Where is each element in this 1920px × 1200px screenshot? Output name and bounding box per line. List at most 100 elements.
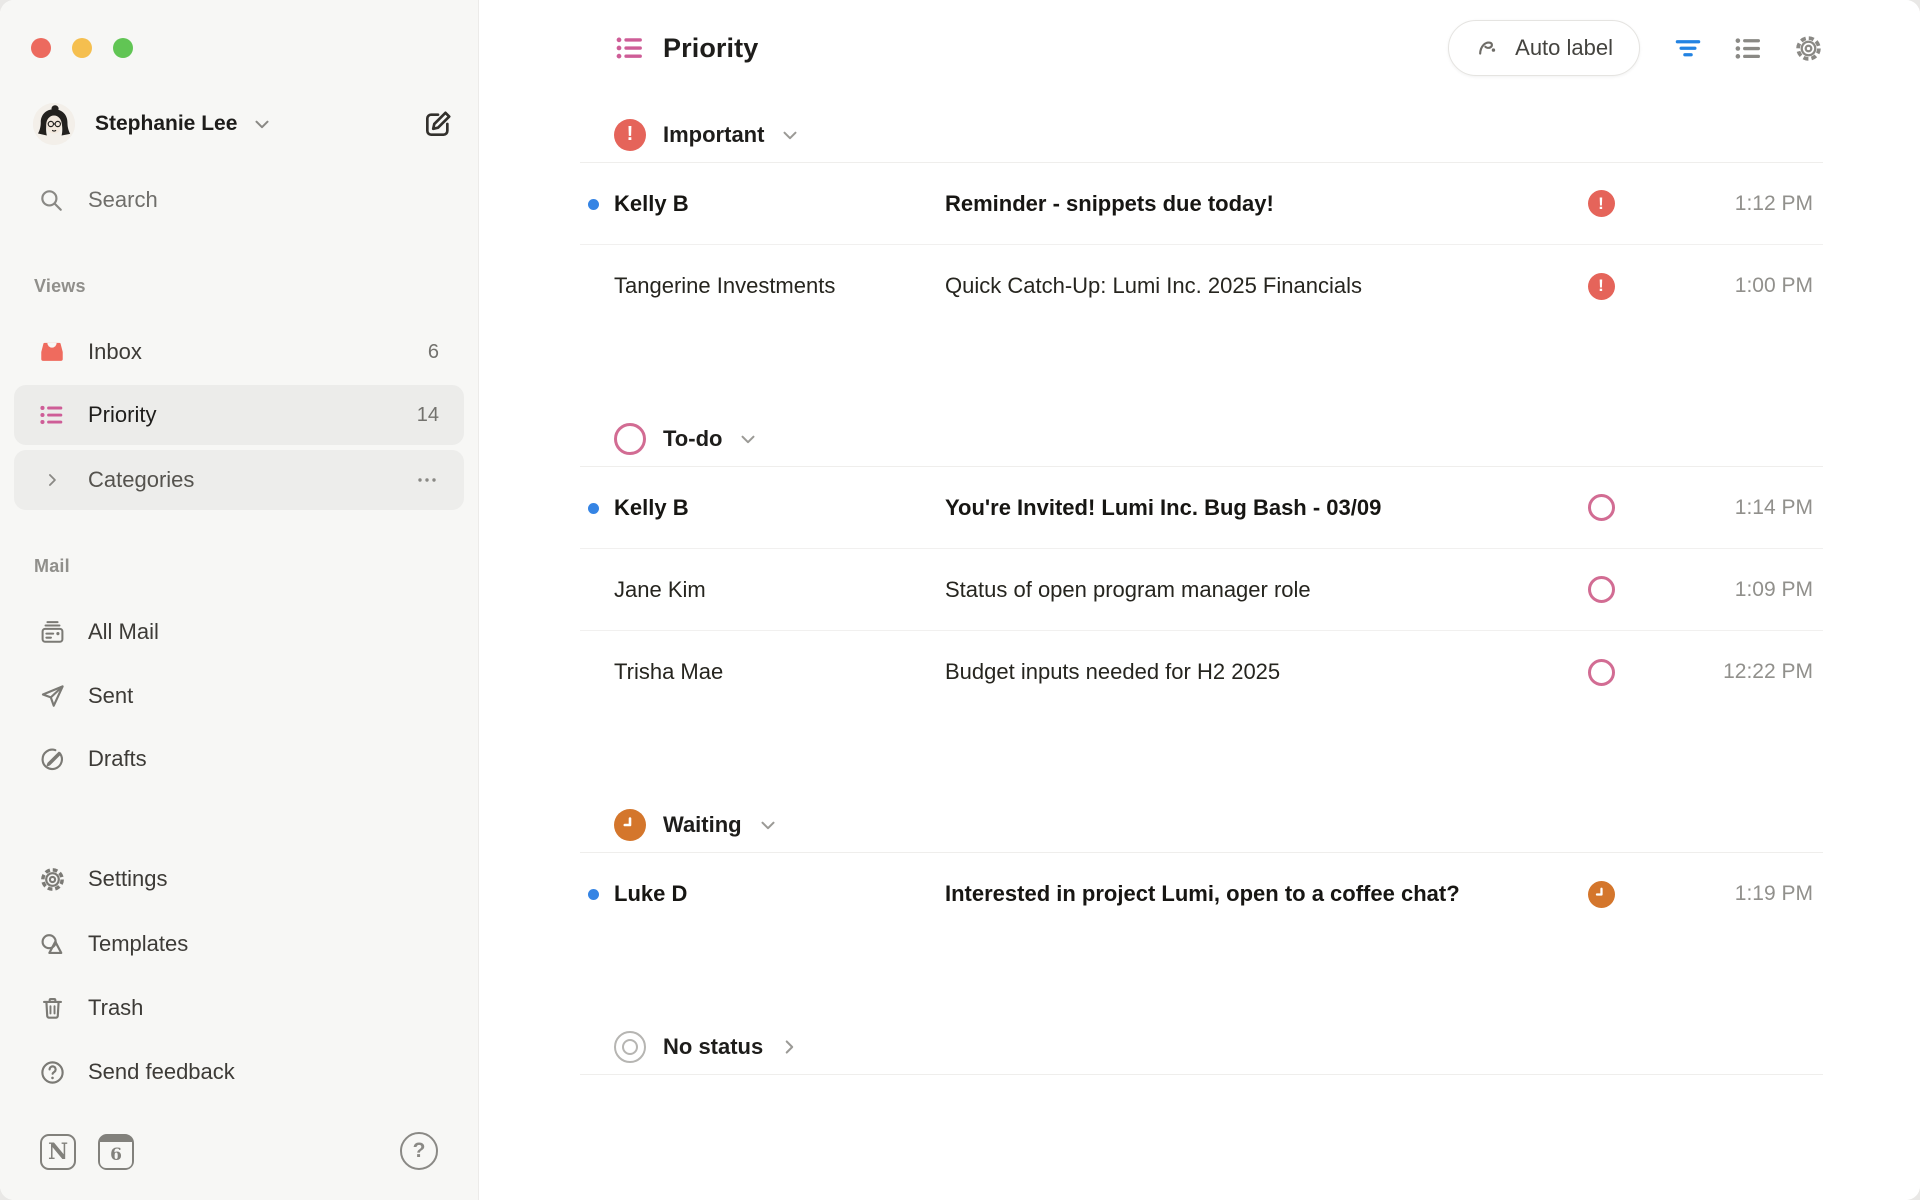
email-sender: Trisha Mae: [614, 659, 945, 685]
sidebar-footer: N 6 ?: [40, 1130, 438, 1174]
email-subject: Interested in project Lumi, open to a co…: [945, 881, 1587, 907]
email-row[interactable]: Tangerine Investments Quick Catch-Up: Lu…: [580, 245, 1823, 327]
account-name: Stephanie Lee: [95, 112, 237, 136]
search-button[interactable]: Search: [38, 176, 158, 224]
sidebar-item-templates[interactable]: Templates: [14, 914, 464, 974]
email-sender: Luke D: [614, 881, 945, 907]
email-time: 1:12 PM: [1623, 192, 1823, 216]
email-time: 1:09 PM: [1623, 578, 1823, 602]
section-no-status: No status: [580, 1019, 1823, 1075]
sidebar-item-sent[interactable]: Sent: [14, 666, 464, 726]
important-status-icon[interactable]: !: [1587, 272, 1615, 300]
account-switcher[interactable]: Stephanie Lee: [33, 100, 454, 148]
email-subject: Budget inputs needed for H2 2025: [945, 659, 1587, 685]
section-header-waiting[interactable]: Waiting: [580, 797, 1823, 853]
inbox-icon: [38, 338, 66, 366]
auto-label-button[interactable]: Auto label: [1448, 20, 1640, 76]
priority-list-icon: [38, 401, 66, 429]
sidebar-item-inbox[interactable]: Inbox 6: [14, 322, 464, 382]
email-time: 12:22 PM: [1623, 660, 1823, 684]
email-row[interactable]: Jane Kim Status of open program manager …: [580, 549, 1823, 631]
sidebar-item-priority[interactable]: Priority 14: [14, 385, 464, 445]
search-icon: [38, 187, 64, 213]
sidebar-item-label: All Mail: [88, 619, 159, 645]
email-time: 1:19 PM: [1623, 882, 1823, 906]
sidebar-item-label: Categories: [88, 467, 194, 493]
sidebar-item-drafts[interactable]: Drafts: [14, 729, 464, 789]
unread-dot: [588, 889, 599, 900]
section-header-no-status[interactable]: No status: [580, 1019, 1823, 1075]
sidebar-item-settings[interactable]: Settings: [14, 849, 464, 909]
email-sender: Kelly B: [614, 191, 945, 217]
email-sender: Kelly B: [614, 495, 945, 521]
chevron-down-icon[interactable]: [757, 814, 779, 836]
minimize-window-button[interactable]: [72, 38, 92, 58]
waiting-status-icon: [614, 809, 646, 841]
waiting-status-icon[interactable]: [1587, 880, 1615, 908]
chevron-right-icon[interactable]: [778, 1036, 800, 1058]
sidebar-item-label: Settings: [88, 866, 168, 892]
avatar: [33, 103, 75, 145]
section-header-todo[interactable]: To-do: [580, 411, 1823, 467]
section-name: No status: [663, 1034, 763, 1060]
chevron-right-icon[interactable]: [38, 466, 66, 494]
notion-logo-icon[interactable]: N: [40, 1134, 76, 1170]
unread-count: 6: [428, 341, 439, 364]
more-icon[interactable]: [415, 468, 439, 492]
todo-status-icon: [614, 423, 646, 455]
email-row[interactable]: Trisha Mae Budget inputs needed for H2 2…: [580, 631, 1823, 713]
mail-section-label: Mail: [34, 556, 70, 577]
list-view-button[interactable]: [1733, 33, 1763, 63]
notion-calendar-icon[interactable]: 6: [98, 1134, 134, 1170]
chevron-down-icon[interactable]: [737, 428, 759, 450]
important-status-icon[interactable]: !: [1587, 190, 1615, 218]
page-title: Priority: [663, 33, 758, 64]
help-circle-icon: [38, 1058, 66, 1086]
gear-icon: [38, 865, 66, 893]
email-sender: Jane Kim: [614, 577, 945, 603]
sidebar-item-label: Priority: [88, 402, 156, 428]
email-time: 1:14 PM: [1623, 496, 1823, 520]
zoom-window-button[interactable]: [113, 38, 133, 58]
no-status-icon: [614, 1031, 646, 1063]
toolbar: Auto label: [1448, 20, 1823, 76]
auto-label-text: Auto label: [1515, 35, 1613, 61]
main-content: Priority Auto label ! Important Kelly B: [479, 0, 1920, 1200]
help-button[interactable]: ?: [400, 1132, 438, 1170]
email-row[interactable]: Kelly B You're Invited! Lumi Inc. Bug Ba…: [580, 467, 1823, 549]
sidebar-item-trash[interactable]: Trash: [14, 978, 464, 1038]
trash-icon: [38, 994, 66, 1022]
email-subject: You're Invited! Lumi Inc. Bug Bash - 03/…: [945, 495, 1587, 521]
section-todo: To-do Kelly B You're Invited! Lumi Inc. …: [580, 411, 1823, 713]
sidebar-item-label: Inbox: [88, 339, 142, 365]
email-row[interactable]: Kelly B Reminder - snippets due today! !…: [580, 163, 1823, 245]
email-sender: Tangerine Investments: [614, 273, 945, 299]
view-settings-button[interactable]: [1793, 33, 1823, 63]
sidebar-item-send-feedback[interactable]: Send feedback: [14, 1042, 464, 1102]
section-name: To-do: [663, 426, 722, 452]
section-name: Waiting: [663, 812, 742, 838]
section-header-important[interactable]: ! Important: [580, 107, 1823, 163]
section-name: Important: [663, 122, 764, 148]
sidebar-item-label: Templates: [88, 931, 188, 957]
sidebar-item-categories[interactable]: Categories: [14, 450, 464, 510]
view-header: Priority Auto label: [580, 0, 1823, 96]
chevron-down-icon: [251, 113, 273, 135]
filter-button[interactable]: [1673, 33, 1703, 63]
chevron-down-icon[interactable]: [779, 124, 801, 146]
email-time: 1:00 PM: [1623, 274, 1823, 298]
unread-count: 14: [417, 404, 439, 427]
unread-dot: [588, 503, 599, 514]
section-waiting: Waiting Luke D Interested in project Lum…: [580, 797, 1823, 935]
todo-status-icon[interactable]: [1587, 576, 1615, 604]
todo-status-icon[interactable]: [1587, 658, 1615, 686]
priority-list-icon: [615, 33, 645, 63]
email-subject: Quick Catch-Up: Lumi Inc. 2025 Financial…: [945, 273, 1587, 299]
sidebar-item-all-mail[interactable]: All Mail: [14, 602, 464, 662]
email-row[interactable]: Luke D Interested in project Lumi, open …: [580, 853, 1823, 935]
email-subject: Status of open program manager role: [945, 577, 1587, 603]
compose-button[interactable]: [422, 108, 454, 140]
sidebar-item-label: Trash: [88, 995, 143, 1021]
close-window-button[interactable]: [31, 38, 51, 58]
todo-status-icon[interactable]: [1587, 494, 1615, 522]
